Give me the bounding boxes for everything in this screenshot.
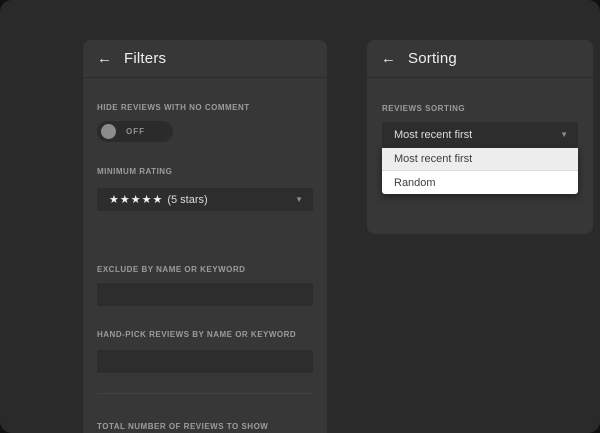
- widget-settings-window: ← Filters HIDE REVIEWS WITH NO COMMENT O…: [0, 0, 600, 433]
- minimum-rating-value: (5 stars): [167, 194, 207, 206]
- chevron-down-icon: ▼: [560, 131, 568, 139]
- reviews-sorting-dropdown-menu: Most recent first Random: [382, 148, 578, 194]
- stars-icon: ★★★★★: [109, 193, 163, 206]
- back-arrow-icon[interactable]: ←: [381, 51, 397, 66]
- hand-pick-input[interactable]: [97, 350, 313, 373]
- toggle-state-label: OFF: [126, 127, 145, 136]
- section-divider: [97, 393, 313, 394]
- filters-panel-title: Filters: [124, 50, 166, 67]
- dropdown-option-random[interactable]: Random: [382, 171, 578, 194]
- total-reviews-label: TOTAL NUMBER OF REVIEWS TO SHOW: [97, 422, 313, 431]
- toggle-knob-icon: [101, 124, 116, 139]
- exclude-keyword-input[interactable]: [97, 283, 313, 306]
- sorting-panel: ← Sorting REVIEWS SORTING Most recent fi…: [367, 40, 593, 234]
- chevron-down-icon: ▼: [295, 196, 303, 204]
- reviews-sorting-select[interactable]: Most recent first ▼: [382, 122, 578, 148]
- hand-pick-label: HAND-PICK REVIEWS BY NAME OR KEYWORD: [97, 330, 313, 339]
- minimum-rating-select[interactable]: ★★★★★ (5 stars) ▼: [97, 188, 313, 211]
- hide-no-comment-label: HIDE REVIEWS WITH NO COMMENT: [97, 103, 313, 112]
- filters-panel-header: ← Filters: [83, 40, 327, 78]
- back-arrow-icon[interactable]: ←: [97, 51, 113, 66]
- sorting-panel-body: REVIEWS SORTING Most recent first ▼ Most…: [367, 78, 593, 194]
- reviews-sorting-value: Most recent first: [394, 129, 472, 141]
- sorting-panel-header: ← Sorting: [367, 40, 593, 78]
- sorting-panel-title: Sorting: [408, 50, 457, 67]
- filters-panel-body: HIDE REVIEWS WITH NO COMMENT OFF MINIMUM…: [83, 78, 327, 431]
- filters-panel: ← Filters HIDE REVIEWS WITH NO COMMENT O…: [83, 40, 327, 433]
- exclude-keyword-label: EXCLUDE BY NAME OR KEYWORD: [97, 265, 313, 274]
- minimum-rating-label: MINIMUM RATING: [97, 167, 313, 176]
- reviews-sorting-label: REVIEWS SORTING: [382, 104, 578, 113]
- dropdown-option-most-recent[interactable]: Most recent first: [382, 148, 578, 171]
- hide-no-comment-toggle[interactable]: OFF: [97, 121, 173, 142]
